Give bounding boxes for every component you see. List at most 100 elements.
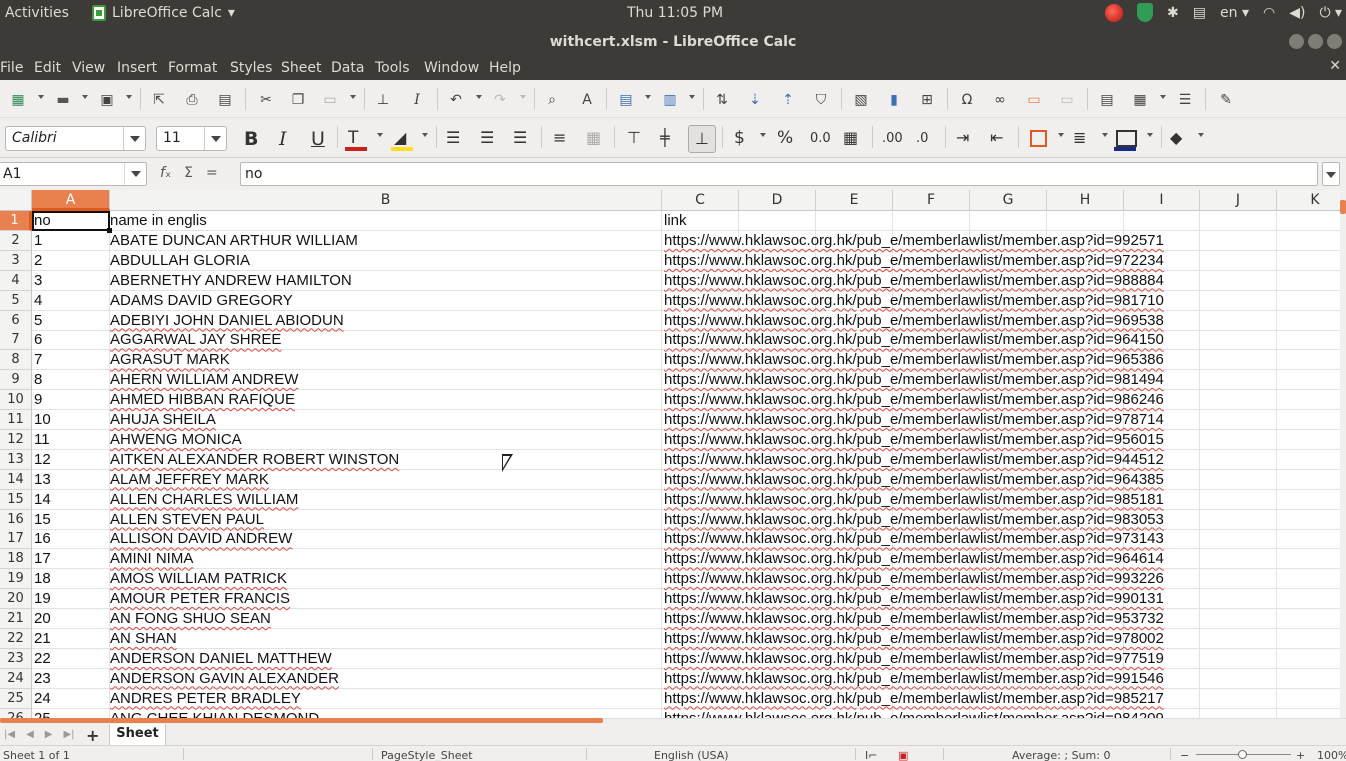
- cell-link[interactable]: https://www.hklawsoc.org.hk/pub_e/member…: [662, 251, 1164, 271]
- find-replace-icon[interactable]: ⌕: [542, 90, 562, 110]
- close-button[interactable]: [1327, 34, 1342, 49]
- minimize-button[interactable]: [1289, 34, 1304, 49]
- menu-window[interactable]: Window: [424, 60, 479, 76]
- cell-link[interactable]: https://www.hklawsoc.org.hk/pub_e/member…: [662, 370, 1164, 390]
- scrollbar-thumb[interactable]: [1340, 200, 1346, 214]
- undo-icon[interactable]: ↶: [446, 90, 466, 110]
- column-header-j[interactable]: J: [1200, 190, 1277, 211]
- menu-file[interactable]: File: [0, 60, 23, 76]
- cell-no[interactable]: 14: [32, 490, 51, 510]
- cell-link[interactable]: https://www.hklawsoc.org.hk/pub_e/member…: [662, 529, 1164, 549]
- row-header[interactable]: 21: [0, 609, 32, 629]
- border-color-icon[interactable]: [1116, 130, 1137, 147]
- power-icon[interactable]: ⏻ ▾: [1319, 5, 1342, 21]
- cell-link[interactable]: https://www.hklawsoc.org.hk/pub_e/member…: [662, 231, 1164, 251]
- date-format-icon[interactable]: ▦: [843, 128, 858, 147]
- row-header[interactable]: 3: [0, 250, 32, 271]
- row-header[interactable]: 25: [0, 688, 32, 709]
- row-header[interactable]: 6: [0, 310, 32, 331]
- chevron-down-icon[interactable]: [1102, 133, 1108, 137]
- cell-name[interactable]: ANDERSON GAVIN ALEXANDER: [108, 669, 339, 689]
- menu-help[interactable]: Help: [489, 60, 521, 76]
- cell-link[interactable]: https://www.hklawsoc.org.hk/pub_e/member…: [662, 589, 1164, 609]
- wifi-icon[interactable]: ◠: [1263, 5, 1275, 21]
- font-size-box[interactable]: 11: [156, 126, 227, 151]
- column-header-k[interactable]: K: [1277, 190, 1340, 211]
- language-status[interactable]: English (USA): [654, 749, 729, 761]
- row-header[interactable]: 26: [0, 708, 32, 718]
- bluetooth-icon[interactable]: ✱: [1167, 5, 1179, 21]
- copy-icon[interactable]: ❐: [288, 90, 308, 110]
- row-header[interactable]: 4: [0, 270, 32, 291]
- cell-no[interactable]: 6: [32, 330, 42, 350]
- insert-chart-icon[interactable]: ▮: [884, 90, 904, 110]
- cell-no[interactable]: 16: [32, 529, 51, 549]
- chevron-down-icon[interactable]: [1147, 133, 1153, 137]
- cell-no[interactable]: 9: [32, 390, 42, 410]
- chevron-down-icon[interactable]: [1160, 95, 1166, 99]
- cell-name[interactable]: ALLISON DAVID ANDREW: [108, 529, 292, 549]
- cell-no[interactable]: 11: [32, 430, 50, 450]
- chevron-down-icon[interactable]: [689, 95, 695, 99]
- cell-header-link[interactable]: link: [662, 211, 687, 231]
- sort-icon[interactable]: ⇅: [712, 90, 732, 110]
- vertical-scrollbar[interactable]: [1340, 190, 1346, 718]
- shield-icon[interactable]: [1137, 3, 1154, 22]
- align-left-icon[interactable]: ☰: [446, 128, 460, 147]
- cell-name[interactable]: AN FONG SHUO SEAN: [108, 609, 271, 629]
- row-header[interactable]: 10: [0, 390, 32, 411]
- align-top-icon[interactable]: ⊤: [627, 128, 641, 147]
- headers-footers-icon[interactable]: ▭: [1057, 90, 1077, 110]
- prev-sheet-icon[interactable]: ◀: [26, 729, 34, 740]
- row-header[interactable]: 15: [0, 489, 32, 510]
- activities-button[interactable]: Activities: [5, 5, 69, 21]
- cell-no[interactable]: 12: [32, 450, 51, 470]
- menu-tools[interactable]: Tools: [375, 60, 410, 76]
- wrap-text-icon[interactable]: ≡: [553, 128, 566, 147]
- align-center-icon[interactable]: ☰: [480, 128, 494, 147]
- sort-ascending-icon[interactable]: ⇣: [745, 90, 765, 110]
- conditional-format-icon[interactable]: ◆: [1170, 128, 1182, 147]
- open-folder-icon[interactable]: ▬: [53, 90, 73, 110]
- cell-name[interactable]: ANDERSON DANIEL MATTHEW: [108, 649, 332, 669]
- define-print-area-icon[interactable]: ▤: [1097, 90, 1117, 110]
- menu-data[interactable]: Data: [331, 60, 364, 76]
- expand-formula-bar-button[interactable]: [1322, 162, 1340, 186]
- cell-link[interactable]: https://www.hklawsoc.org.hk/pub_e/member…: [662, 510, 1164, 530]
- cell-name[interactable]: AN SHAN: [108, 629, 177, 649]
- column-header-c[interactable]: C: [662, 190, 739, 211]
- sum-icon[interactable]: Σ: [184, 165, 193, 181]
- row-header[interactable]: 5: [0, 290, 32, 311]
- first-sheet-icon[interactable]: |◀: [4, 729, 15, 740]
- cell-name[interactable]: AMOS WILLIAM PATRICK: [108, 569, 287, 589]
- cell-name[interactable]: ALAM JEFFREY MARK: [108, 470, 269, 490]
- row-header[interactable]: 18: [0, 549, 32, 570]
- selection-summary[interactable]: Average: ; Sum: 0: [1012, 749, 1110, 761]
- decrease-indent-icon[interactable]: ⇤: [990, 128, 1003, 147]
- function-wizard-icon[interactable]: fₓ: [160, 165, 171, 181]
- zoom-in-icon[interactable]: +: [1296, 749, 1305, 761]
- selection-mode-icon[interactable]: I⌐: [865, 749, 877, 761]
- cell-no[interactable]: 8: [32, 370, 42, 390]
- chevron-down-icon[interactable]: [350, 95, 356, 99]
- sort-descending-icon[interactable]: ⇡: [778, 90, 798, 110]
- cell-name[interactable]: ANDRES PETER BRADLEY: [108, 689, 301, 709]
- autofilter-icon[interactable]: ⛉: [811, 90, 831, 110]
- print-preview-icon[interactable]: ▤: [215, 90, 235, 110]
- cell-link[interactable]: https://www.hklawsoc.org.hk/pub_e/member…: [662, 450, 1164, 470]
- cell-name[interactable]: ADAMS DAVID GREGORY: [108, 291, 293, 311]
- menu-sheet[interactable]: Sheet: [281, 60, 321, 76]
- cell-no[interactable]: 15: [32, 510, 51, 530]
- insert-image-icon[interactable]: ▧: [851, 90, 871, 110]
- record-icon[interactable]: [1105, 3, 1124, 22]
- cell-name[interactable]: AHERN WILLIAM ANDREW: [108, 370, 298, 390]
- cell-no[interactable]: 13: [32, 470, 51, 490]
- special-character-icon[interactable]: Ω: [957, 90, 977, 110]
- cell-no[interactable]: 7: [32, 350, 42, 370]
- cell-no[interactable]: 18: [32, 569, 51, 589]
- currency-format-icon[interactable]: $: [734, 128, 745, 148]
- underline-icon[interactable]: U: [311, 128, 325, 150]
- cell-no[interactable]: 17: [32, 549, 51, 569]
- cell-link[interactable]: https://www.hklawsoc.org.hk/pub_e/member…: [662, 669, 1164, 689]
- spelling-icon[interactable]: A: [577, 90, 597, 110]
